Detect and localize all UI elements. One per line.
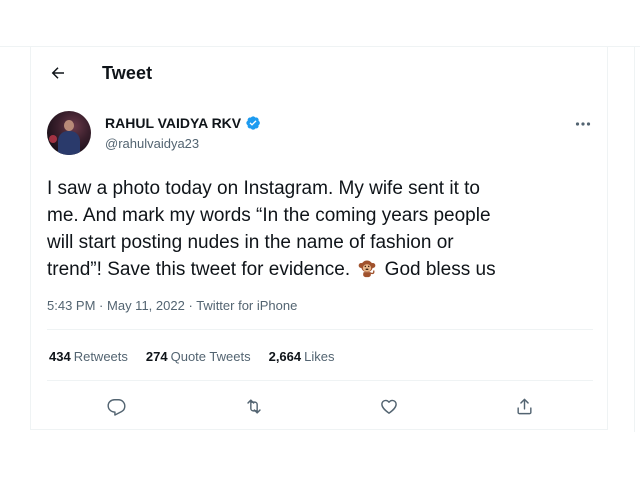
more-horizontal-icon: [575, 122, 591, 126]
tweet-stats: 434 Retweets 274 Quote Tweets 2,664 Likes: [49, 349, 335, 364]
retweets-stat[interactable]: 434 Retweets: [49, 349, 128, 364]
reply-icon: [106, 398, 126, 416]
divider: [47, 380, 593, 381]
right-edge-divider: [634, 47, 635, 432]
heart-icon: [381, 399, 397, 414]
tweet-time[interactable]: 5:43 PM: [47, 298, 95, 313]
likes-label: Likes: [304, 349, 335, 364]
verified-badge-icon: [246, 116, 261, 130]
quote-tweets-stat[interactable]: 274 Quote Tweets: [146, 349, 251, 364]
tweet-line-text: God bless us: [384, 259, 496, 280]
retweet-button[interactable]: [243, 395, 265, 417]
monkey-emoji-icon: [359, 260, 376, 278]
tweet-line: will start posting nudes in the name of …: [47, 232, 454, 253]
more-options-button[interactable]: [571, 114, 595, 134]
tweet-meta: 5:43 PM · May 11, 2022 · Twitter for iPh…: [47, 298, 297, 313]
tweet-line: me. And mark my words “In the coming yea…: [47, 205, 491, 226]
like-button[interactable]: [378, 395, 400, 417]
author-name-text: RAHUL VAIDYA RKV: [105, 115, 242, 131]
tweet-text: I saw a photo today on Instagram. My wif…: [47, 175, 595, 283]
tweet-line-text: trend”! Save this tweet for evidence.: [47, 259, 351, 280]
arrow-left-icon: [51, 67, 64, 79]
likes-count: 2,664: [268, 349, 302, 364]
back-button[interactable]: [45, 60, 71, 86]
page-title: Tweet: [102, 63, 153, 83]
quote-tweets-label: Quote Tweets: [170, 349, 251, 364]
share-button[interactable]: [513, 395, 535, 417]
quote-tweets-count: 274: [145, 349, 168, 364]
tweet-source[interactable]: Twitter for iPhone: [196, 298, 297, 313]
retweets-count: 434: [49, 349, 71, 364]
meta-separator: ·: [188, 298, 193, 313]
tweet-date[interactable]: May 11, 2022: [107, 298, 185, 313]
tweet-line-last: trend”! Save this tweet for evidence. Go…: [47, 256, 595, 283]
tweet-header: Tweet: [31, 55, 607, 93]
likes-stat[interactable]: 2,664 Likes: [269, 349, 335, 364]
divider: [47, 329, 593, 330]
author-handle[interactable]: @rahulvaidya23: [105, 136, 199, 151]
page: Tweet RAHUL VAIDYA RKV @rahulvaidya23 I …: [0, 0, 640, 480]
retweets-label: Retweets: [73, 349, 128, 364]
tweet-actions: [31, 395, 607, 417]
tweet-line: I saw a photo today on Instagram. My wif…: [47, 178, 480, 199]
retweet-icon: [247, 398, 261, 414]
author-name[interactable]: RAHUL VAIDYA RKV: [105, 115, 261, 131]
share-icon: [516, 398, 532, 414]
reply-button[interactable]: [105, 395, 127, 417]
meta-separator: ·: [99, 298, 104, 313]
tweet-panel: Tweet RAHUL VAIDYA RKV @rahulvaidya23 I …: [30, 47, 608, 430]
avatar[interactable]: [47, 111, 91, 155]
